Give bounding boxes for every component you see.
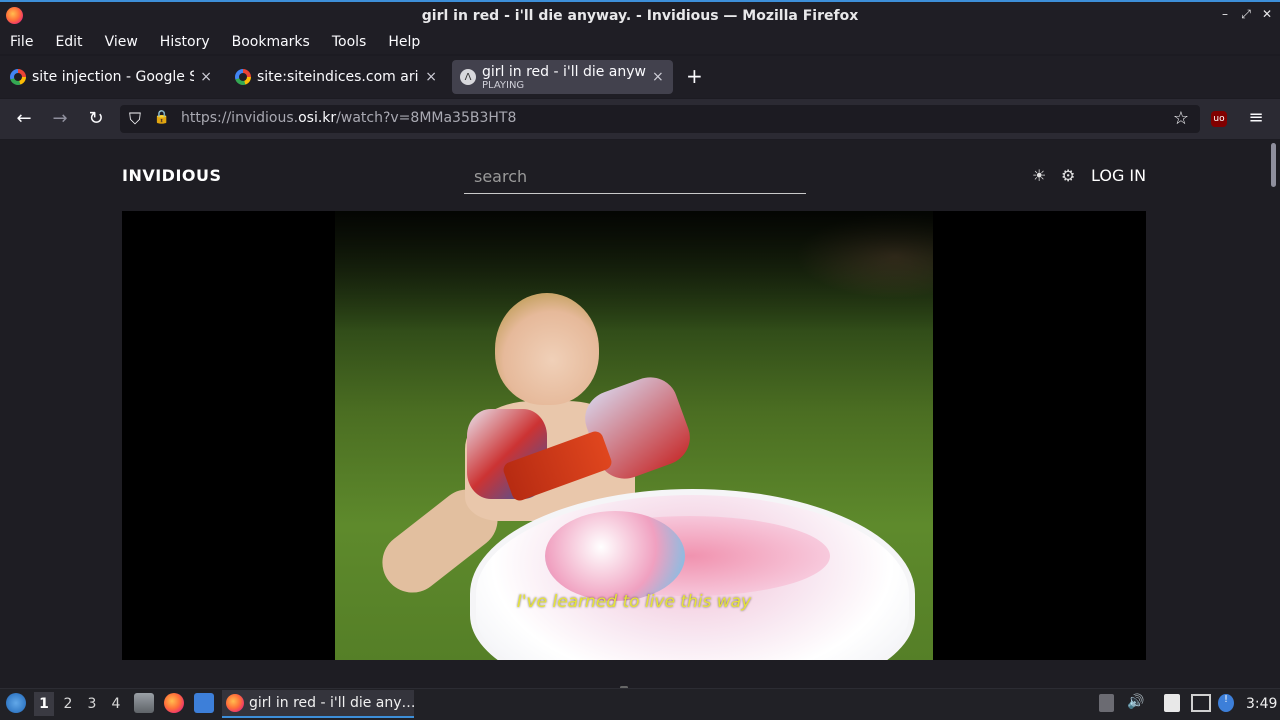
tab-invidious-video[interactable]: Λ girl in red - i'll die anywa PLAYING × (452, 60, 673, 94)
window-titlebar: girl in red - i'll die anyway. - Invidio… (0, 0, 1280, 30)
menu-history[interactable]: History (160, 34, 210, 50)
url-host: osi.kr (298, 110, 337, 126)
search-input[interactable] (464, 160, 806, 194)
new-tab-button[interactable]: + (686, 64, 703, 88)
workspace-1[interactable]: 1 (34, 692, 54, 716)
menu-bookmarks[interactable]: Bookmarks (232, 34, 310, 50)
menu-edit[interactable]: Edit (55, 34, 82, 50)
google-icon (235, 69, 251, 85)
firefox-launcher-icon[interactable] (164, 693, 184, 713)
settings-gear-icon[interactable]: ⚙ (1061, 166, 1075, 185)
taskbar-task-firefox[interactable]: girl in red - i'll die any… (222, 690, 414, 718)
google-icon (10, 69, 26, 85)
scrollbar-thumb[interactable] (1271, 143, 1276, 187)
workspace-3[interactable]: 3 (82, 696, 102, 718)
tab-google-search-1[interactable]: site injection - Google Se × (2, 60, 220, 94)
workspace-4[interactable]: 4 (106, 696, 126, 718)
close-tab-icon[interactable]: × (652, 69, 664, 85)
site-logo[interactable]: INVIDIOUS (122, 166, 222, 185)
video-subtitle: I've learned to live this way (516, 592, 752, 612)
maximize-icon[interactable]: ⤢ (1237, 7, 1255, 22)
start-menu-icon[interactable] (6, 693, 26, 713)
login-link[interactable]: LOG IN (1091, 166, 1146, 185)
file-manager-icon[interactable] (134, 693, 154, 713)
bookmark-star-icon[interactable]: ☆ (1169, 108, 1193, 129)
update-tray-icon[interactable] (1099, 694, 1114, 712)
ublock-icon[interactable]: uo (1211, 111, 1227, 127)
invidious-icon: Λ (460, 69, 476, 85)
volume-icon[interactable]: 🔊 (1127, 694, 1145, 712)
tab-label: site:siteindices.com ari-w (257, 69, 420, 85)
lock-icon[interactable]: 🔒 (150, 110, 174, 125)
menu-help[interactable]: Help (388, 34, 420, 50)
desktop-icon[interactable] (194, 693, 214, 713)
video-shadow (335, 211, 933, 331)
close-tab-icon[interactable]: × (200, 69, 212, 85)
window-title: girl in red - i'll die anyway. - Invidio… (421, 8, 859, 24)
tab-label: girl in red - i'll die anywa (482, 63, 646, 80)
tab-bar: site injection - Google Se × site:sitein… (0, 56, 1280, 98)
url-prefix: https://invidious. (181, 110, 299, 126)
menu-bar: File Edit View History Bookmarks Tools H… (0, 30, 1280, 54)
task-label: girl in red - i'll die any… (249, 695, 414, 711)
video-frame[interactable]: I've learned to live this way (335, 211, 933, 660)
workspace-2[interactable]: 2 (58, 696, 78, 718)
theme-toggle-icon[interactable]: ☀ (1032, 166, 1046, 185)
minimize-icon[interactable]: – (1216, 7, 1234, 21)
hamburger-menu-icon[interactable]: ≡ (1244, 107, 1268, 128)
clock[interactable]: 3:49 (1246, 696, 1277, 712)
tab-playing-label: PLAYING (482, 79, 525, 91)
close-icon[interactable]: ✕ (1258, 7, 1276, 21)
shield-icon[interactable]: ⛉ (123, 109, 147, 129)
forward-button[interactable]: → (48, 108, 72, 129)
menu-view[interactable]: View (105, 34, 138, 50)
taskbar (0, 688, 1280, 720)
reload-button[interactable]: ↻ (84, 108, 108, 129)
child-head (495, 293, 599, 405)
clipboard-icon[interactable] (1164, 694, 1180, 712)
url-path: /watch?v=8MMa35B3HT8 (336, 110, 517, 126)
network-icon[interactable] (1191, 694, 1211, 712)
back-button[interactable]: ← (12, 108, 36, 129)
tab-label: site injection - Google Se (32, 69, 195, 85)
menu-file[interactable]: File (10, 34, 33, 50)
tab-google-search-2[interactable]: site:siteindices.com ari-w × (227, 60, 445, 94)
url-text[interactable]: https://invidious.osi.kr/watch?v=8MMa35B… (181, 110, 516, 126)
close-tab-icon[interactable]: × (425, 69, 437, 85)
menu-tools[interactable]: Tools (332, 34, 367, 50)
page-scrollbar[interactable] (1268, 140, 1280, 688)
beach-ball (545, 511, 685, 601)
firefox-logo-icon (6, 7, 23, 24)
notification-icon[interactable]: ! (1218, 694, 1234, 712)
video-player[interactable]: I've learned to live this way (122, 211, 1146, 660)
firefox-icon (226, 694, 244, 712)
